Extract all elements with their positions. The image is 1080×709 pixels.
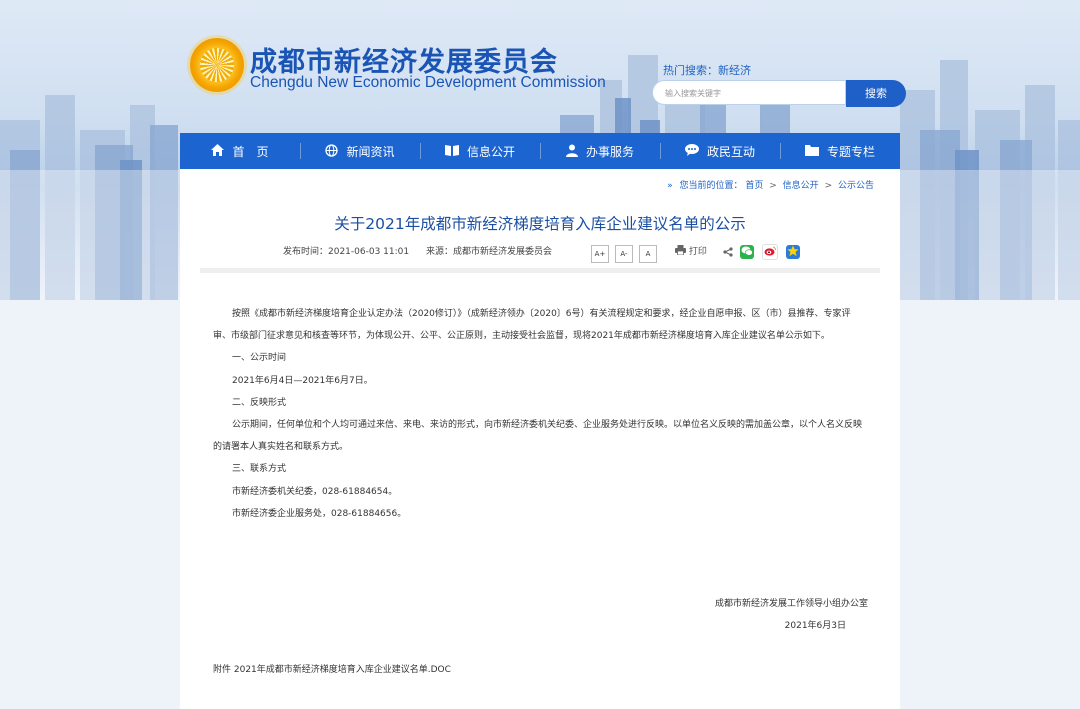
paragraph: 按照《成都市新经济梯度培育企业认定办法（2020修订）》（成新经济领办〔2020… — [213, 309, 851, 342]
breadcrumb-separator: > — [769, 181, 777, 191]
wechat-share-icon[interactable] — [740, 244, 755, 259]
breadcrumb-separator: > — [824, 181, 833, 191]
nav-item-news[interactable]: 新闻资讯 — [300, 133, 420, 169]
home-icon — [211, 144, 225, 158]
site-logo[interactable]: 成都市新经济发展委员会 Chengdu New Economic Develop… — [190, 36, 610, 96]
article-panel: » 您当前的位置： 首页 > 信息公开 > 公示公告 关于2021年成都市新经济… — [180, 169, 900, 709]
nav-item-label: 政民互动 — [706, 144, 755, 159]
nav-item-label: 新闻资讯 — [346, 144, 395, 159]
print-label: 打印 — [688, 247, 707, 257]
nav-item-home[interactable]: 首 页 — [180, 133, 300, 169]
publish-time: 发布时间：2021-06-03 11:01 — [283, 247, 410, 257]
book-icon — [444, 144, 459, 158]
signature-date: 2021年6月3日 — [784, 621, 846, 632]
section-heading: 三、联系方式 — [232, 464, 287, 475]
paragraph: 市新经济委机关纪委，028-61884654。 — [232, 486, 398, 497]
nav-item-topics[interactable]: 专题专栏 — [780, 133, 900, 169]
signature-block: 成都市新经济发展工作领导小组办公室 2021年6月3日 — [715, 593, 868, 638]
nav-item-services[interactable]: 办事服务 — [540, 133, 660, 169]
hot-search-link[interactable]: 热门搜索：新经济 — [663, 62, 751, 78]
chevron-right-icon: » — [667, 181, 673, 191]
paragraph: 2021年6月4日—2021年6月7日。 — [232, 375, 373, 386]
logo-emblem-icon — [190, 38, 244, 92]
header-divider — [200, 268, 880, 273]
nav-item-label: 首 页 — [232, 144, 269, 159]
nav-item-info[interactable]: 信息公开 — [420, 133, 540, 169]
folder-icon — [804, 144, 819, 158]
section-heading: 一、公示时间 — [232, 353, 287, 364]
paragraph: 市新经济委企业服务处，028-61884656。 — [232, 508, 407, 519]
breadcrumb-link-home[interactable]: 首页 — [745, 181, 763, 191]
search-input[interactable]: 输入搜索关键字 — [652, 80, 846, 105]
breadcrumb-link-notice[interactable]: 公示公告 — [838, 181, 874, 191]
chat-icon — [684, 144, 699, 158]
print-button[interactable]: 打印 — [675, 244, 707, 257]
site-title-en: Chengdu New Economic Development Commiss… — [250, 74, 606, 91]
signature-org: 成都市新经济发展工作领导小组办公室 — [714, 599, 868, 609]
paragraph: 公示期间，任何单位和个人均可通过来信、来电、来访的形式，向市新经济委机关纪委、企… — [213, 420, 863, 453]
breadcrumb-link-info[interactable]: 信息公开 — [783, 181, 819, 191]
weibo-share-icon[interactable] — [762, 243, 779, 260]
font-reset-button[interactable]: A — [639, 245, 657, 263]
nav-item-label: 专题专栏 — [826, 144, 875, 159]
article-title: 关于2021年成都市新经济梯度培育入库企业建议名单的公示 — [334, 215, 746, 233]
article-source: 来源：成都市新经济发展委员会 — [425, 247, 552, 257]
section-heading: 二、反映形式 — [232, 397, 287, 408]
share-icon — [723, 241, 740, 260]
font-decrease-button[interactable]: A- — [615, 245, 633, 263]
search-button[interactable]: 搜索 — [846, 80, 906, 107]
breadcrumb: » 您当前的位置： 首页 > 信息公开 > 公示公告 — [667, 178, 874, 191]
breadcrumb-prefix: 您当前的位置： — [679, 181, 743, 191]
attachment-link[interactable]: 附件 2021年成都市新经济梯度培育入库企业建议名单.DOC — [213, 662, 451, 675]
nav-item-label: 办事服务 — [585, 144, 634, 159]
nav-item-interaction[interactable]: 政民互动 — [660, 133, 780, 169]
printer-icon — [675, 245, 689, 257]
article-meta: 发布时间：2021-06-03 11:01 来源：成都市新经济发展委员会 — [283, 244, 566, 257]
share-bar — [723, 241, 803, 260]
font-increase-button[interactable]: A+ — [591, 245, 609, 263]
font-size-controls: A+ A- A — [591, 241, 663, 263]
main-nav: 首 页 新闻资讯 信息公开 办事服务 政民互动 专题专栏 — [180, 133, 900, 169]
article-body: 按照《成都市新经济梯度培育企业认定办法（2020修订）》（成新经济领办〔2020… — [213, 303, 868, 525]
qzone-share-icon[interactable] — [786, 244, 801, 259]
search-bar: 输入搜索关键字 搜索 — [652, 80, 906, 107]
person-icon — [565, 144, 578, 159]
globe-icon — [325, 143, 339, 159]
nav-item-label: 信息公开 — [466, 144, 515, 159]
